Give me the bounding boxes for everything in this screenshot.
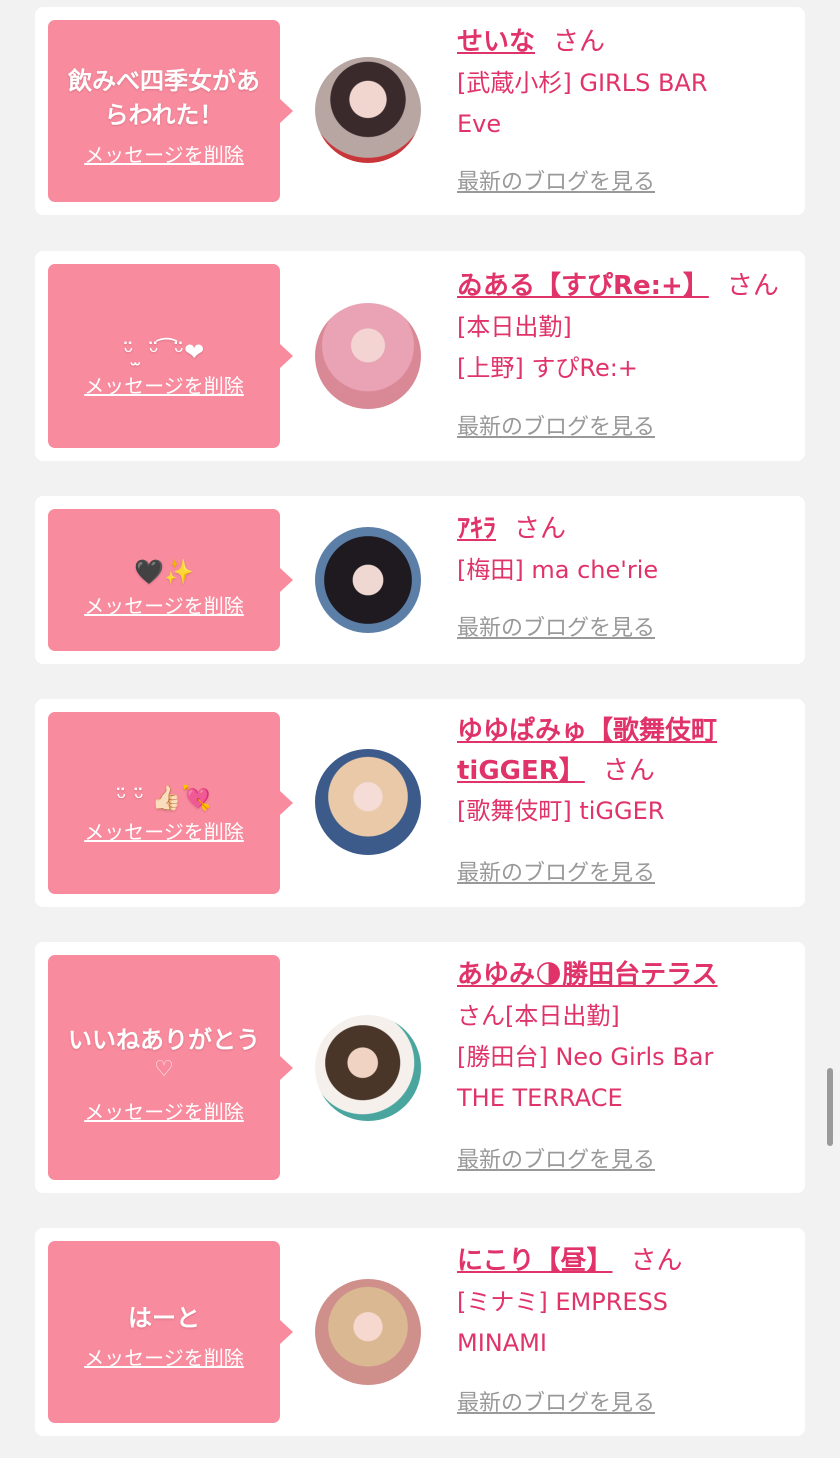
shop-line: [勝田台] Neo Girls Bar [457, 1043, 714, 1071]
shop-line: [上野] すぴRe:+ [457, 354, 638, 382]
heart-icon: ♡ [154, 1056, 174, 1082]
shop-line: [ミナミ] EMPRESS [457, 1288, 669, 1316]
message-bubble: ᵕ̈ ᵕ̈ 👍🏻💘 メッセージを削除 [48, 712, 293, 894]
message-text: 飲みべ四季女があらわれた！ [68, 67, 260, 129]
avatar[interactable] [315, 1279, 421, 1385]
latest-blog-link[interactable]: 最新のブログを見る [457, 1146, 655, 1176]
honorific: さん [457, 1002, 505, 1030]
list-item: ᵕ̈ ᵕ̈ 👍🏻💘 メッセージを削除 ゆゆぱみゅ【歌舞伎町tiGGER】 さん [… [35, 699, 805, 907]
avatar[interactable] [315, 1015, 421, 1121]
message-bubble: いいねありがとう ♡ メッセージを削除 [48, 955, 293, 1180]
delete-message-link[interactable]: メッセージを削除 [84, 1345, 244, 1371]
status-badge: [本日出勤] [505, 1002, 620, 1030]
latest-blog-link[interactable]: 最新のブログを見る [457, 614, 655, 644]
delete-message-link[interactable]: メッセージを削除 [84, 142, 244, 168]
shop-line: さん[本日出勤] [457, 996, 802, 1037]
latest-blog-link[interactable]: 最新のブログを見る [457, 413, 655, 443]
cast-info: にこり【昼】 さん [ミナミ] EMPRESS MINAMI [457, 1240, 802, 1364]
list-item: いいねありがとう ♡ メッセージを削除 あゆみ🌗勝田台テラス さん[本日出勤] … [35, 942, 805, 1193]
list-item: 🖤✨ メッセージを削除 ｱｷﾗ さん [梅田] ma che'rie 最新のブログ… [35, 496, 805, 664]
honorific: さん [514, 514, 567, 544]
message-text: 🖤✨ [134, 558, 194, 586]
honorific: さん [726, 271, 779, 301]
cast-name-link[interactable]: あゆみ🌗勝田台テラス [457, 960, 718, 990]
delete-message-link[interactable]: メッセージを削除 [84, 819, 244, 845]
cast-info: ｱｷﾗ さん [梅田] ma che'rie [457, 508, 802, 591]
latest-blog-link[interactable]: 最新のブログを見る [457, 1389, 655, 1419]
scrollbar[interactable] [827, 1068, 833, 1146]
cast-info: せいな さん [武蔵小杉] GIRLS BAR Eve [457, 21, 802, 145]
delete-message-link[interactable]: メッセージを削除 [84, 373, 244, 399]
cast-name-link[interactable]: ｱｷﾗ [457, 514, 496, 544]
list-item: はーと メッセージを削除 にこり【昼】 さん [ミナミ] EMPRESS MINA… [35, 1228, 805, 1436]
message-text: いいねありがとう [68, 1025, 260, 1054]
honorific: さん [602, 756, 655, 786]
message-bubble: ᵕ̈ ̫ ᵕ̈ ͡ ᵕ̈❤ メッセージを削除 [48, 264, 293, 448]
latest-blog-link[interactable]: 最新のブログを見る [457, 168, 655, 198]
cast-name-link[interactable]: ゐある【すぴRe:+】 [457, 271, 709, 301]
honorific: さん [630, 1246, 683, 1276]
latest-blog-link[interactable]: 最新のブログを見る [457, 859, 655, 889]
list-item: ᵕ̈ ̫ ᵕ̈ ͡ ᵕ̈❤ メッセージを削除 ゐある【すぴRe:+】 さん [本日… [35, 251, 805, 461]
avatar[interactable] [315, 57, 421, 163]
message-text: ᵕ̈ ̫ ᵕ̈ ͡ ᵕ̈❤ [123, 338, 205, 366]
cast-name-link[interactable]: ゆゆぱみゅ【歌舞伎町tiGGER】 [457, 716, 717, 786]
avatar[interactable] [315, 303, 421, 409]
honorific: さん [553, 27, 606, 57]
delete-message-link[interactable]: メッセージを削除 [84, 1099, 244, 1125]
message-bubble: 🖤✨ メッセージを削除 [48, 509, 293, 651]
avatar[interactable] [315, 749, 421, 855]
message-text: ᵕ̈ ᵕ̈ 👍🏻💘 [116, 784, 212, 812]
message-text: はーと [128, 1304, 200, 1332]
shop-line: [武蔵小杉] GIRLS BAR [457, 69, 708, 97]
cast-name-link[interactable]: せいな [457, 27, 535, 57]
cast-info: あゆみ🌗勝田台テラス さん[本日出勤] [勝田台] Neo Girls Bar … [457, 954, 802, 1119]
shop-line: [本日出勤] [457, 313, 572, 341]
shop-line: THE TERRACE [457, 1084, 623, 1112]
shop-line: [梅田] ma che'rie [457, 556, 659, 584]
shop-line: [歌舞伎町] tiGGER [457, 797, 665, 825]
avatar[interactable] [315, 527, 421, 633]
list-item: 飲みべ四季女があらわれた！ メッセージを削除 せいな さん [武蔵小杉] GIRL… [35, 7, 805, 215]
cast-name-link[interactable]: にこり【昼】 [457, 1246, 612, 1276]
cast-info: ゐある【すぴRe:+】 さん [本日出勤] [上野] すぴRe:+ [457, 265, 802, 389]
delete-message-link[interactable]: メッセージを削除 [84, 593, 244, 619]
shop-line: Eve [457, 110, 502, 138]
message-bubble: はーと メッセージを削除 [48, 1241, 293, 1423]
message-bubble: 飲みべ四季女があらわれた！ メッセージを削除 [48, 20, 293, 202]
shop-line: MINAMI [457, 1329, 547, 1357]
cast-info: ゆゆぱみゅ【歌舞伎町tiGGER】 さん [歌舞伎町] tiGGER [457, 711, 802, 832]
